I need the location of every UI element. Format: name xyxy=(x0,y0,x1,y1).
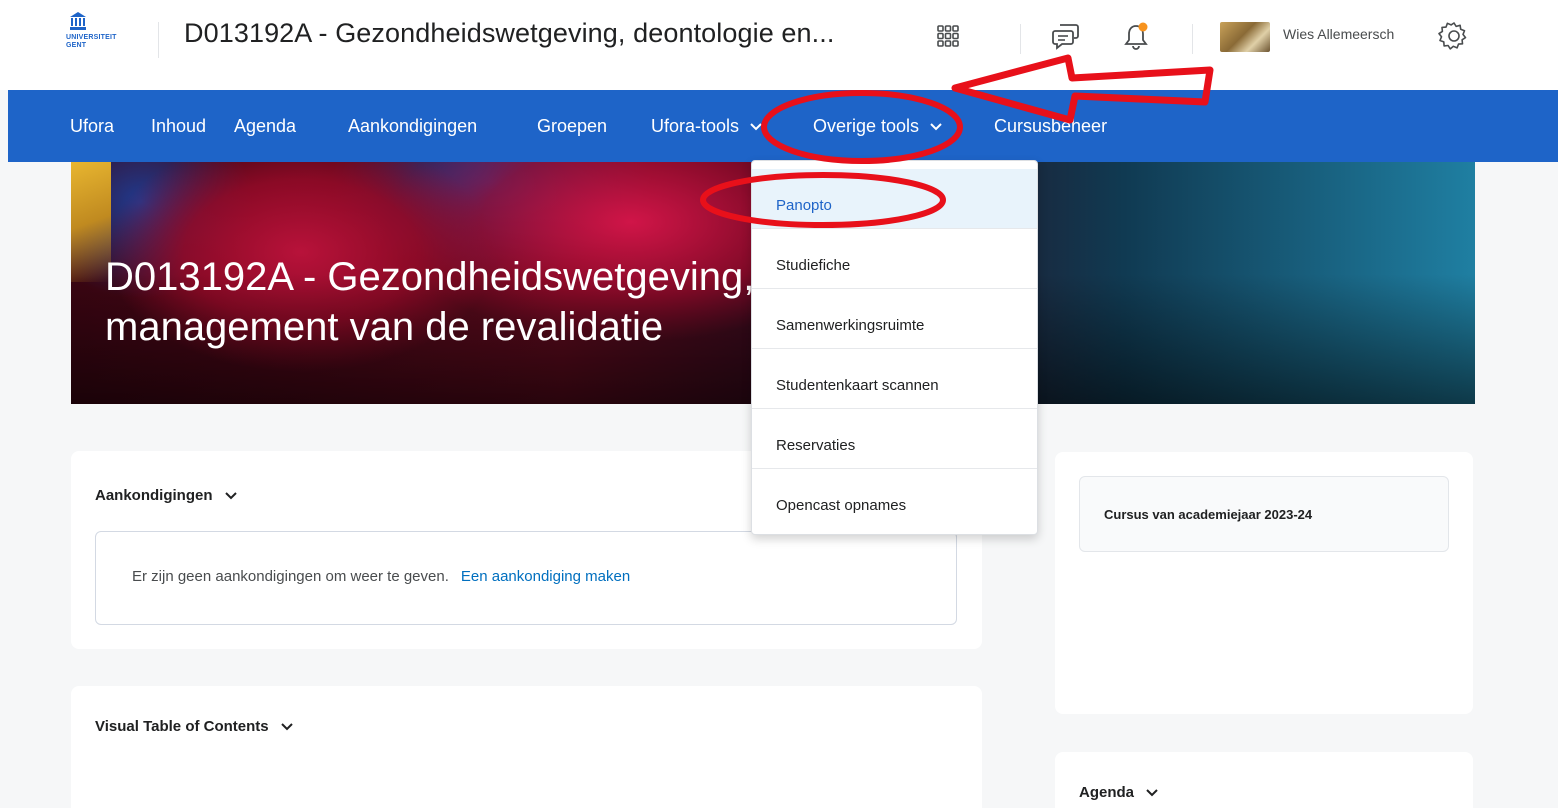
nav-item-groepen[interactable]: Groepen xyxy=(537,116,607,137)
menu-item-label: Studentenkaart scannen xyxy=(776,377,939,394)
course-year-box: Cursus van academiejaar 2023-24 xyxy=(1079,476,1449,552)
nav-item-ufora[interactable]: Ufora xyxy=(70,116,114,137)
chevron-down-icon xyxy=(1146,788,1158,796)
user-name[interactable]: Wies Allemeersch xyxy=(1283,26,1394,42)
menu-item-opencast-opnames[interactable]: Opencast opnames xyxy=(752,469,1037,529)
logo-text: UNIVERSITEIT GENT xyxy=(66,34,117,50)
bell-icon[interactable] xyxy=(1118,18,1154,54)
university-building-icon xyxy=(70,12,86,30)
header-divider xyxy=(1020,24,1021,54)
logo-text-line1: UNIVERSITEIT xyxy=(66,34,117,41)
visual-toc-heading[interactable]: Visual Table of Contents xyxy=(95,718,293,735)
announcements-empty-message: Er zijn geen aankondigingen om weer te g… xyxy=(132,568,630,585)
create-announcement-link[interactable]: Een aankondiging maken xyxy=(461,568,630,585)
header-divider xyxy=(1192,24,1193,54)
menu-item-studiefiche[interactable]: Studiefiche xyxy=(752,229,1037,289)
course-title[interactable]: D013192A - Gezondheidswetgeving, deontol… xyxy=(184,18,834,49)
empty-text: Er zijn geen aankondigingen om weer te g… xyxy=(132,568,449,585)
menu-item-label: Panopto xyxy=(776,197,832,214)
menu-item-label: Samenwerkingsruimte xyxy=(776,317,925,334)
overige-tools-dropdown: Panopto Studiefiche Samenwerkingsruimte … xyxy=(751,160,1038,535)
nav-item-overige-tools-label: Overige tools xyxy=(813,116,920,136)
nav-item-aankondigingen[interactable]: Aankondigingen xyxy=(348,116,477,137)
nav-item-ufora-tools-label: Ufora-tools xyxy=(651,116,740,136)
agenda-heading[interactable]: Agenda xyxy=(1079,784,1158,801)
chevron-down-icon xyxy=(750,123,762,131)
banner-title-line2: management van de revalidatie xyxy=(105,305,664,349)
menu-item-panopto[interactable]: Panopto xyxy=(752,169,1037,229)
chat-icon[interactable] xyxy=(1048,18,1084,54)
menu-item-samenwerkingsruimte[interactable]: Samenwerkingsruimte xyxy=(752,289,1037,349)
menu-item-label: Studiefiche xyxy=(776,257,851,274)
nav-item-inhoud[interactable]: Inhoud xyxy=(151,116,206,137)
header-divider xyxy=(158,22,159,58)
announcements-empty-box: Er zijn geen aankondigingen om weer te g… xyxy=(95,531,957,625)
chevron-down-icon xyxy=(280,722,293,730)
announcements-heading-label: Aankondigingen xyxy=(95,487,213,504)
logo-text-line2: GENT xyxy=(66,42,87,49)
menu-item-label: Opencast opnames xyxy=(776,497,907,514)
announcements-heading[interactable]: Aankondigingen xyxy=(95,487,237,504)
app-grid-icon[interactable] xyxy=(930,18,966,54)
agenda-widget: Agenda xyxy=(1055,752,1473,808)
visual-toc-heading-label: Visual Table of Contents xyxy=(95,718,269,735)
menu-item-label: Reservaties xyxy=(776,437,856,454)
avatar[interactable] xyxy=(1220,22,1270,52)
university-logo[interactable]: UNIVERSITEIT GENT xyxy=(66,10,138,70)
course-info-widget: Cursus van academiejaar 2023-24 xyxy=(1055,452,1473,714)
top-header: UNIVERSITEIT GENT D013192A - Gezondheids… xyxy=(0,0,1558,90)
agenda-heading-label: Agenda xyxy=(1079,784,1135,801)
chevron-down-icon xyxy=(930,123,942,131)
menu-item-reservaties[interactable]: Reservaties xyxy=(752,409,1037,469)
chevron-down-icon xyxy=(224,491,237,499)
gear-icon[interactable] xyxy=(1436,18,1472,54)
nav-item-ufora-tools[interactable]: Ufora-tools xyxy=(651,116,762,137)
banner-title: D013192A - Gezondheidswetgeving, deontol… xyxy=(105,252,1305,352)
banner-title-line1: D013192A - Gezondheidswetgeving, deontol… xyxy=(105,255,1028,299)
course-navbar: Ufora Inhoud Agenda Aankondigingen Groep… xyxy=(8,90,1558,162)
course-year-text: Cursus van academiejaar 2023-24 xyxy=(1104,507,1313,522)
visual-toc-widget: Visual Table of Contents xyxy=(71,686,982,808)
notification-dot xyxy=(1138,22,1148,32)
menu-item-studentenkaart-scannen[interactable]: Studentenkaart scannen xyxy=(752,349,1037,409)
nav-item-agenda[interactable]: Agenda xyxy=(234,116,296,137)
nav-item-overige-tools[interactable]: Overige tools xyxy=(813,116,942,137)
nav-item-cursusbeheer[interactable]: Cursusbeheer xyxy=(994,116,1107,137)
